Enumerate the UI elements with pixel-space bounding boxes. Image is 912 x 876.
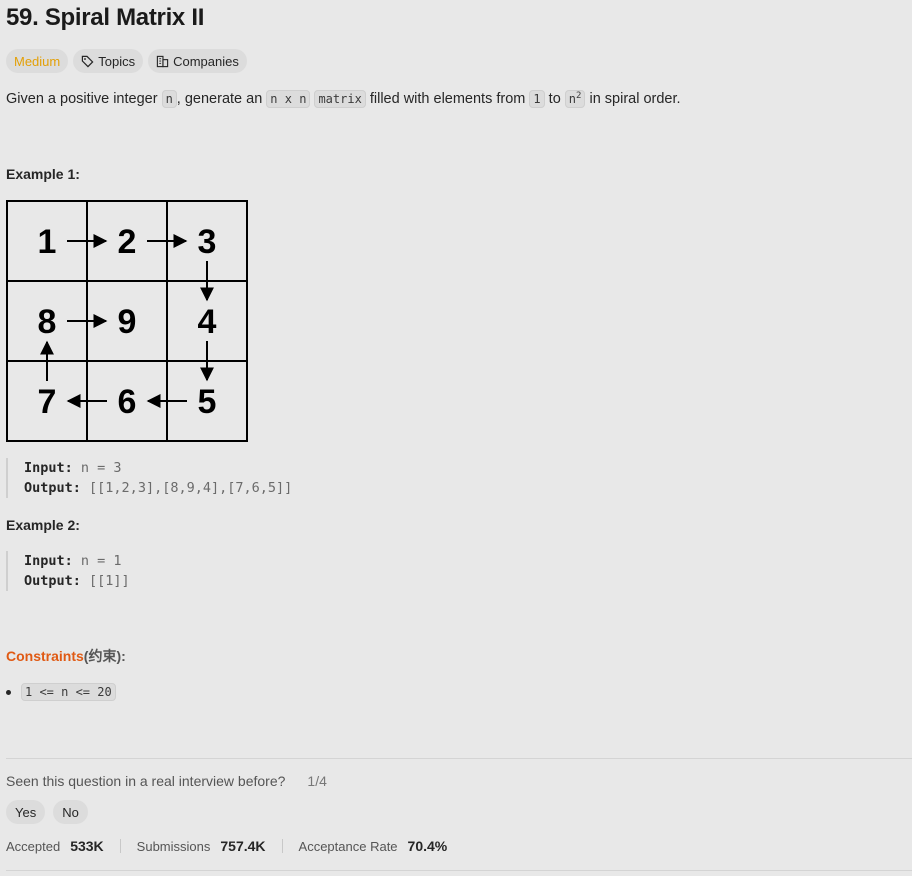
no-button[interactable]: No [53, 800, 88, 824]
cell-2-2: 5 [198, 383, 217, 421]
cell-0-2: 3 [198, 223, 217, 261]
submissions-value: 757.4K [220, 838, 266, 854]
stats-separator [119, 839, 121, 853]
input-label: Input: [24, 553, 73, 569]
stats-bar: Accepted 533K Submissions 757.4K Accepta… [6, 838, 447, 854]
constraint-item: 1 <= n <= 20 [6, 683, 116, 701]
example1-io: Input: n = 3 Output: [[1,2,3],[8,9,4],[7… [6, 458, 292, 498]
spiral-diagram: 1 2 3 8 9 4 7 6 5 [6, 200, 248, 442]
constraint-code: 1 <= n <= 20 [21, 683, 116, 701]
difficulty-tag[interactable]: Medium [6, 49, 69, 73]
output-label: Output: [24, 480, 81, 496]
desc-text: in spiral order. [585, 91, 681, 107]
input-label: Input: [24, 460, 73, 476]
cell-0-1: 2 [118, 223, 137, 261]
cell-1-0: 8 [38, 303, 57, 341]
cell-2-1: 6 [118, 383, 137, 421]
input-value: n = 1 [80, 553, 122, 569]
problem-description: Given a positive integer n, generate an … [6, 90, 681, 108]
yes-button[interactable]: Yes [6, 800, 46, 824]
constraints-label: Constraints [6, 648, 84, 664]
example2-title: Example 2: [6, 517, 80, 533]
n-squared-exponent: 2 [576, 91, 582, 101]
stats-separator [281, 839, 283, 853]
output-label: Output: [24, 573, 81, 589]
desc-code-matrix: matrix [314, 90, 366, 108]
output-value: [[1]] [89, 573, 130, 589]
acceptance-value: 70.4% [407, 838, 448, 854]
desc-text: to [544, 91, 565, 107]
desc-text: , generate an [176, 91, 267, 107]
desc-text: filled with elements from [365, 91, 530, 107]
interview-answer-buttons: Yes No [6, 800, 88, 824]
input-value: n = 3 [80, 460, 122, 476]
cell-2-0: 7 [38, 383, 57, 421]
difficulty-label: Medium [14, 53, 61, 69]
interview-question: Seen this question in a real interview b… [6, 773, 327, 789]
example2-io: Input: n = 1 Output: [[1]] [6, 551, 130, 591]
building-icon [156, 55, 169, 67]
desc-text: Given a positive integer [6, 91, 162, 107]
problem-page: 59. Spiral Matrix II Medium Topics Compa… [0, 0, 912, 876]
constraints-label-cn: (约束): [83, 648, 126, 664]
divider [6, 758, 912, 759]
interview-question-text: Seen this question in a real interview b… [6, 773, 286, 789]
bullet-dot [6, 689, 11, 695]
acceptance-label: Acceptance Rate [298, 838, 398, 854]
problem-title: 59. Spiral Matrix II [6, 4, 205, 31]
accepted-value: 533K [70, 838, 104, 854]
desc-code-nxn: n x n [266, 90, 311, 108]
example1-title: Example 1: [6, 166, 80, 182]
companies-tag[interactable]: Companies [148, 49, 247, 73]
submissions-label: Submissions [136, 838, 211, 854]
desc-code-n: n [161, 90, 177, 108]
interview-fraction: 1/4 [307, 773, 327, 789]
desc-code-1: 1 [529, 90, 545, 108]
tag-bar: Medium Topics Companies [6, 49, 247, 73]
constraints-title: Constraints(约束): [6, 646, 126, 666]
cell-1-2: 4 [198, 303, 217, 341]
topics-label: Topics [98, 53, 136, 69]
companies-label: Companies [173, 53, 239, 69]
topics-tag[interactable]: Topics [73, 49, 144, 73]
cell-1-1: 9 [118, 303, 137, 341]
desc-code-n-squared: n2 [564, 90, 586, 108]
divider [6, 870, 912, 871]
accepted-label: Accepted [6, 838, 61, 854]
output-value: [[1,2,3],[8,9,4],[7,6,5]] [89, 480, 293, 496]
cell-0-0: 1 [38, 223, 57, 261]
tag-icon [82, 55, 94, 67]
n-squared-base: n [568, 92, 577, 106]
